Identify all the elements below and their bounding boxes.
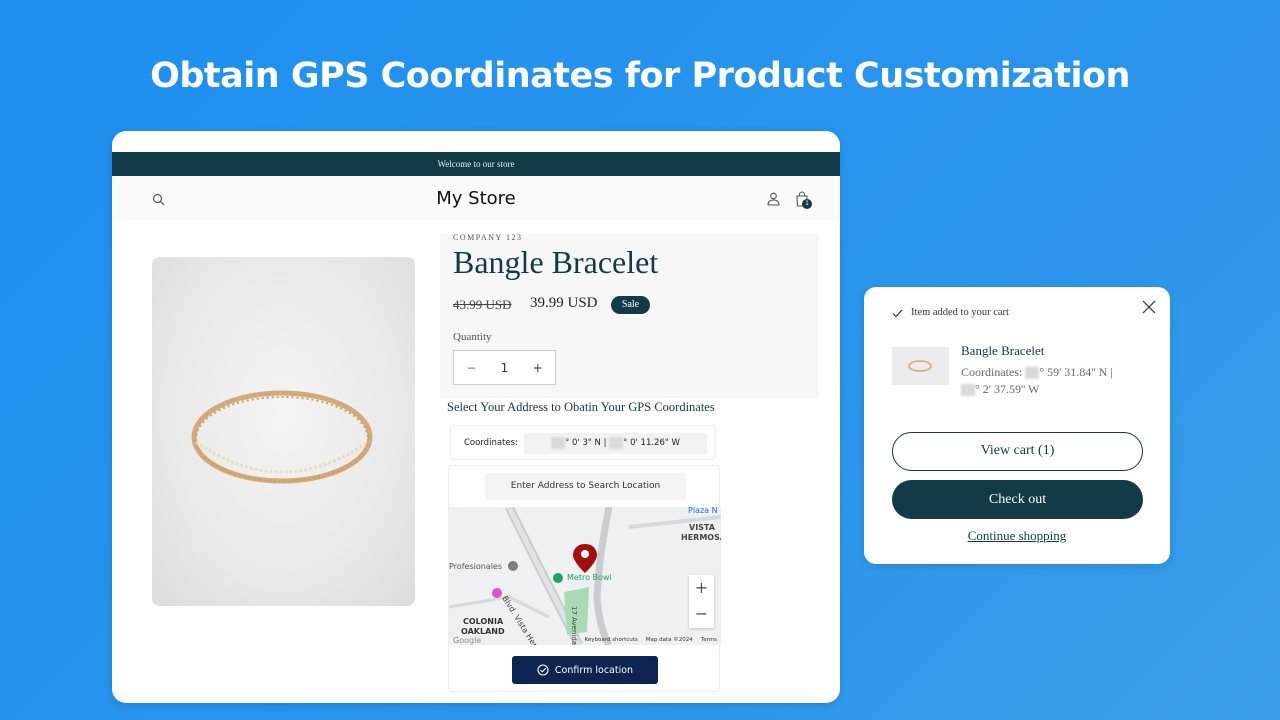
product-vendor: COMPANY 123 [453, 233, 523, 242]
latitude-text: ° 59' 31.84'' N | [1039, 365, 1113, 379]
bracelet-image [191, 390, 373, 484]
redacted-value [609, 436, 624, 449]
close-icon[interactable] [1142, 300, 1156, 314]
redacted-value [961, 384, 975, 397]
view-cart-button[interactable]: View cart (1) [892, 432, 1143, 471]
sale-price: 39.99 USD [530, 295, 598, 311]
quantity-stepper: − 1 + [453, 350, 556, 385]
confirm-location-label: Confirm location [554, 664, 634, 676]
map-terms-link[interactable]: Terms [701, 636, 717, 645]
cart-count-badge: 1 [802, 199, 812, 209]
coordinates-box: Coordinates: ° 0' 3" N | ° 0' 11.26" W [450, 425, 716, 460]
regular-price: 43.99 USD [453, 297, 512, 312]
map-label: Profesionales [449, 562, 502, 571]
latitude-text: ° 0' 3" N | [565, 438, 607, 448]
map-zoom-controls: + − [689, 575, 714, 628]
map-label: Plaza N [688, 507, 718, 515]
cart-item-coordinates: Coordinates: ° 59' 31.84'' N | ° 2' 37.5… [961, 364, 1151, 398]
map-google-logo: Google [453, 636, 482, 645]
map-label: HERMOSA [681, 533, 721, 542]
store-window: Welcome to our store My Store 1 COMPANY … [112, 131, 840, 703]
longitude-text: ° 2' 37.59'' W [975, 382, 1040, 396]
item-added-text: Item added to your cart [911, 307, 1009, 318]
quantity-input[interactable]: 1 [501, 361, 509, 375]
redacted-value [1025, 367, 1040, 380]
coordinates-value: ° 0' 3" N | ° 0' 11.26" W [524, 433, 707, 454]
cart-notification: Item added to your cart Bangle Bracelet … [864, 287, 1170, 564]
map-card: Enter Address to Search Location Plaza N… [448, 465, 721, 692]
map-view[interactable]: Plaza N VISTA HERMOSA Profesionales Metr… [449, 507, 721, 645]
map-label: COLONIA [463, 617, 504, 626]
longitude-text: ° 0' 11.26" W [623, 438, 680, 448]
redacted-value [551, 436, 566, 449]
quantity-increment-button[interactable]: + [533, 361, 543, 375]
continue-shopping-link[interactable]: Continue shopping [864, 528, 1170, 544]
product-image[interactable] [152, 257, 415, 606]
store-logo[interactable]: My Store [112, 188, 840, 209]
quantity-label: Quantity [453, 331, 492, 343]
map-zoom-in-button[interactable]: + [689, 575, 714, 601]
cart-item-thumbnail [892, 347, 949, 385]
checkout-button[interactable]: Check out [892, 480, 1143, 519]
check-icon [892, 309, 903, 318]
coordinates-label: Coordinates: [464, 438, 518, 448]
account-icon[interactable] [765, 191, 781, 207]
announcement-bar: Welcome to our store [112, 152, 840, 176]
map-label: OAKLAND [461, 627, 505, 636]
cart-item-title: Bangle Bracelet [961, 343, 1045, 358]
cart-icon[interactable]: 1 [791, 188, 813, 210]
gps-heading: Select Your Address to Obatin Your GPS C… [447, 400, 715, 414]
store-header: My Store 1 [112, 176, 840, 220]
map-label: Metro Bowl [567, 573, 612, 582]
coordinates-prefix: Coordinates: [961, 365, 1023, 379]
map-data-text: Map data ©2024 [645, 637, 693, 643]
map-zoom-out-button[interactable]: − [689, 601, 714, 627]
confirm-location-button[interactable]: Confirm location [512, 656, 658, 684]
product-title: Bangle Bracelet [453, 244, 659, 280]
keyboard-shortcuts-link[interactable]: Keyboard shortcuts [585, 636, 638, 645]
sale-badge: Sale [611, 296, 650, 314]
page-headline: Obtain GPS Coordinates for Product Custo… [150, 56, 1130, 96]
quantity-decrement-button[interactable]: − [466, 361, 476, 375]
address-search-input[interactable]: Enter Address to Search Location [485, 473, 686, 500]
map-footer: Google Keyboard shortcuts Map data ©2024… [449, 636, 721, 645]
check-circle-icon [537, 664, 549, 676]
map-label: VISTA [689, 523, 715, 532]
